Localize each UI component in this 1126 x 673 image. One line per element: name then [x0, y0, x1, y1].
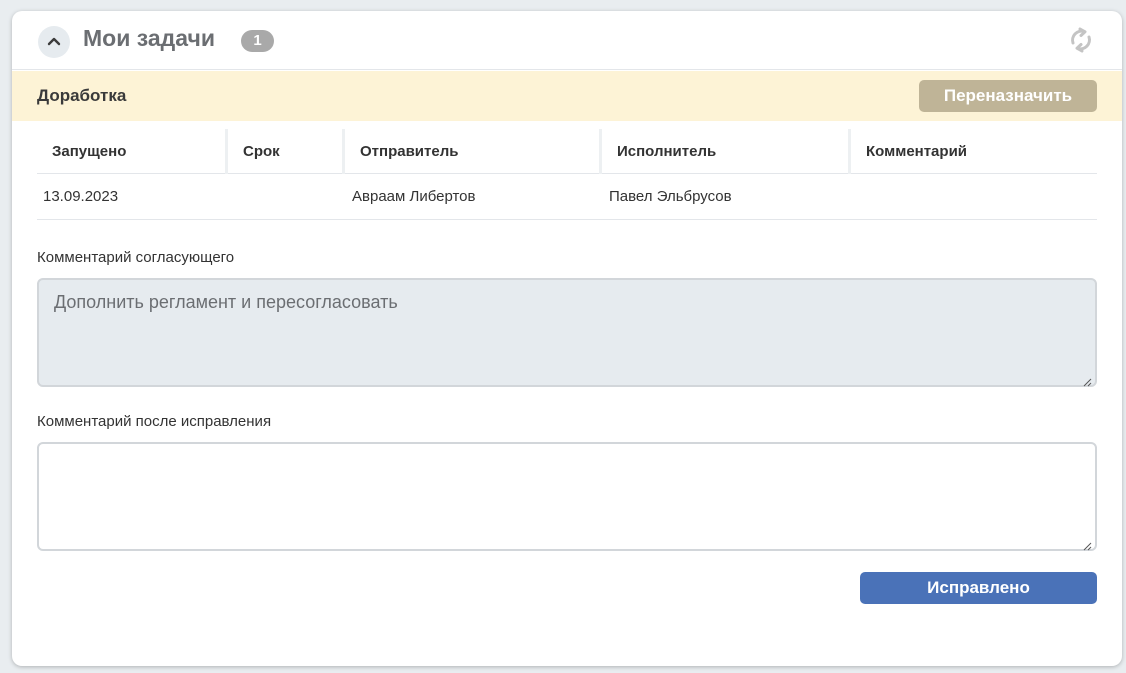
table-row[interactable]: 13.09.2023 Авраам Либертов Павел Эльбрус…: [37, 174, 1097, 220]
mark-fixed-button[interactable]: Исправлено: [860, 572, 1097, 604]
column-deadline: Срок: [225, 129, 343, 174]
column-sender: Отправитель: [342, 129, 600, 174]
cell-executor: Павел Эльбрусов: [609, 188, 732, 205]
task-status-banner: Доработка Переназначить: [12, 71, 1122, 121]
resize-grip-icon: [1082, 374, 1092, 387]
refresh-icon: [1067, 26, 1095, 59]
table-header: Запущено Срок Отправитель Исполнитель Ко…: [37, 129, 1097, 174]
refresh-button[interactable]: [1066, 27, 1096, 57]
column-comment: Комментарий: [848, 129, 1097, 174]
task-table: Запущено Срок Отправитель Исполнитель Ко…: [37, 129, 1097, 220]
task-count-badge: 1: [241, 30, 274, 52]
panel-title: Мои задачи: [83, 25, 215, 51]
column-executor: Исполнитель: [599, 129, 849, 174]
approver-comment-field: Дополнить регламент и пересогласовать: [37, 278, 1097, 387]
column-started: Запущено: [52, 143, 127, 160]
approver-comment-label: Комментарий согласующего: [37, 249, 235, 266]
resize-grip-icon[interactable]: [1082, 538, 1092, 551]
collapse-button[interactable]: [38, 26, 70, 58]
fix-comment-label: Комментарий после исправления: [37, 413, 272, 430]
fix-comment-field[interactable]: [37, 442, 1097, 551]
reassign-button[interactable]: Переназначить: [919, 80, 1097, 112]
my-tasks-panel: Мои задачи 1 Доработка Переназначить Зап…: [12, 11, 1122, 666]
cell-sender: Авраам Либертов: [352, 188, 476, 205]
cell-started: 13.09.2023: [43, 188, 119, 205]
chevron-up-icon: [47, 33, 61, 51]
task-status-title: Доработка: [37, 86, 127, 105]
panel-header: Мои задачи 1: [12, 11, 1122, 70]
